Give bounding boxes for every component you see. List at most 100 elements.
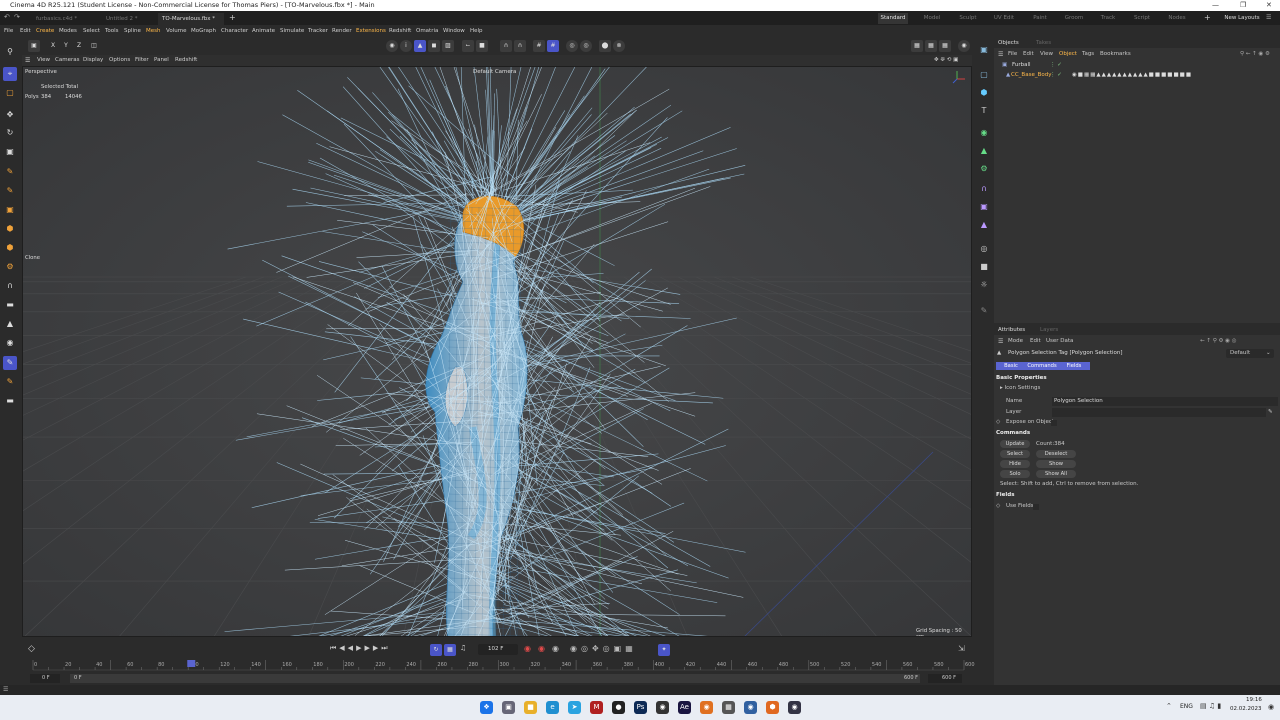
cloner-icon[interactable]: ⬢	[3, 241, 17, 255]
viewport-menu-options[interactable]: Options	[109, 55, 130, 66]
objects-menu-bookmarks[interactable]: Bookmarks	[1100, 50, 1131, 59]
live-selection-icon[interactable]: ⌖	[3, 67, 17, 81]
3d-viewport[interactable]: Perspective Default Camera Selected Tota…	[22, 66, 972, 637]
menu-edit[interactable]: Edit	[20, 25, 31, 37]
telegram-icon[interactable]: ➤	[568, 701, 581, 714]
menu-tools[interactable]: Tools	[105, 25, 119, 37]
objects-menu-file[interactable]: File	[1008, 50, 1017, 59]
name-field[interactable]: Polygon Selection	[1052, 397, 1278, 406]
close-icon[interactable]: ✕	[1266, 0, 1272, 11]
clock-date[interactable]: 02.02.2023	[1230, 706, 1262, 712]
search-icon[interactable]: ⚲	[3, 45, 17, 59]
viewport-nav-icons[interactable]: ✥ ⟱ ⟲ ▣	[934, 55, 958, 66]
notification-icon[interactable]: ◉	[1268, 703, 1274, 711]
attributes-menu-mode[interactable]: Mode	[1008, 337, 1023, 346]
task-view-icon[interactable]: ▣	[502, 701, 515, 714]
axis-z-button[interactable]: Z	[73, 40, 85, 52]
playhead[interactable]	[187, 660, 196, 667]
show-button[interactable]: Show	[1036, 460, 1076, 468]
layout-tab-script[interactable]: Script	[1128, 13, 1156, 24]
attributes-menu-icon[interactable]: ☰	[998, 337, 1003, 346]
hide-button[interactable]: Hide	[1000, 460, 1030, 468]
layout-tab-model[interactable]: Model	[918, 13, 946, 24]
app-icon-orange[interactable]: ⬢	[766, 701, 779, 714]
undo-icon[interactable]: ↶	[4, 13, 10, 21]
cinema4d-icon[interactable]: ◉	[788, 701, 801, 714]
windows-start-icon[interactable]: ❖	[480, 701, 493, 714]
doc-tab-untitled[interactable]: Untitled 2 *	[102, 13, 156, 25]
layout-tab-uv-edit[interactable]: UV Edit	[990, 13, 1018, 24]
menu-extensions[interactable]: Extensions	[356, 25, 386, 37]
tab-objects[interactable]: Objects	[998, 38, 1019, 48]
preset-dropdown[interactable]: Default ⌄	[1226, 349, 1274, 358]
render-view-icon[interactable]: ▦	[911, 40, 923, 52]
soft-selection-icon[interactable]: ◎	[580, 40, 592, 52]
new-layouts-button[interactable]: New Layouts	[1222, 13, 1262, 24]
objects-menu-tags[interactable]: Tags	[1082, 50, 1094, 59]
attributes-nav-icons[interactable]: ← ↑ ⚲ ⚙ ◉ ◎	[1200, 337, 1237, 346]
snap-settings-icon[interactable]: ∩	[514, 40, 526, 52]
floor-icon[interactable]: ▬	[3, 298, 17, 312]
sketch-icon[interactable]: ✎	[3, 184, 17, 198]
info-icon[interactable]: i	[400, 40, 412, 52]
menu-render[interactable]: Render	[332, 25, 352, 37]
viewport-menu-display[interactable]: Display	[83, 55, 103, 66]
subtab-commands[interactable]: Commands	[1026, 362, 1058, 370]
update-button[interactable]: Update	[1000, 440, 1030, 448]
render-region-icon[interactable]: ▬	[3, 394, 17, 408]
menu-mesh[interactable]: Mesh	[146, 25, 160, 37]
render-picture-viewer-icon[interactable]: ▦	[925, 40, 937, 52]
doc-tab-marvelous[interactable]: TO-Marvelous.fbx *	[158, 13, 224, 25]
menu-help[interactable]: Help	[470, 25, 483, 37]
menu-create[interactable]: Create	[36, 25, 54, 37]
coordinate-system-icon[interactable]: ◫	[88, 40, 100, 52]
status-menu-icon[interactable]: ☰	[3, 686, 8, 693]
axis-y-button[interactable]: Y	[60, 40, 72, 52]
objects-manager-icon[interactable]: ▣	[977, 43, 991, 57]
cube-icon[interactable]: ▣	[3, 203, 17, 217]
after-effects-icon[interactable]: Ae	[678, 701, 691, 714]
add-layout-icon[interactable]: +	[1204, 13, 1211, 22]
select-button[interactable]: Select	[1000, 450, 1030, 458]
new-tab-icon[interactable]: +	[229, 13, 236, 22]
use-fields-animate-icon[interactable]: ◇	[996, 502, 1000, 511]
objects-menu-object[interactable]: Object	[1059, 50, 1077, 59]
camera-icon[interactable]: ▲	[3, 317, 17, 331]
light-icon[interactable]: ◉	[3, 336, 17, 350]
brush-icon[interactable]: ✎	[3, 375, 17, 389]
tag-icons-row[interactable]: ◉■▦▦▲▲▲▲▲▲▲▲▲▲■■■■■■■	[1072, 71, 1192, 80]
expose-checkbox[interactable]	[1051, 420, 1057, 426]
menu-mograph[interactable]: MoGraph	[191, 25, 216, 37]
app-icon-blue[interactable]: ◉	[744, 701, 757, 714]
move-icon[interactable]: ✥	[3, 108, 17, 122]
tab-takes[interactable]: Takes	[1036, 38, 1051, 48]
snap-icon[interactable]: ∩	[500, 40, 512, 52]
texture-mode-icon[interactable]: ▨	[442, 40, 454, 52]
scale-icon[interactable]: ▣	[3, 145, 17, 159]
render-settings-icon[interactable]: ⊗	[613, 40, 625, 52]
symmetry-icon[interactable]: ◎	[566, 40, 578, 52]
menu-tracker[interactable]: Tracker	[308, 25, 328, 37]
viewport-menu-redshift[interactable]: Redshift	[175, 55, 197, 66]
layout-tab-track[interactable]: Track	[1094, 13, 1122, 24]
null-object-icon[interactable]: ▢	[977, 68, 991, 82]
viewport-camera-label[interactable]: Default Camera	[473, 69, 516, 75]
tab-attributes[interactable]: Attributes	[998, 325, 1025, 335]
redshift-icon[interactable]: ◉	[958, 40, 970, 52]
bend-object-icon[interactable]: ▣	[977, 200, 991, 214]
viewport-menu-cameras[interactable]: Cameras	[55, 55, 79, 66]
objects-menu-icon[interactable]: ☰	[998, 50, 1003, 59]
list-item[interactable]: ▣ Furball ⋮ ✓	[994, 61, 1280, 71]
environment-icon[interactable]: ◎	[977, 242, 991, 256]
fracture-object-icon[interactable]: ▲	[977, 144, 991, 158]
viewport-solo-icon[interactable]: ◉	[386, 40, 398, 52]
icon-settings-toggle[interactable]: ▸ Icon Settings	[1000, 384, 1040, 393]
viewport-menu-icon[interactable]: ☰	[25, 55, 30, 66]
layer-picker-icon[interactable]: ✎	[1268, 408, 1273, 417]
tab-layers[interactable]: Layers	[1040, 325, 1058, 335]
minimize-icon[interactable]: —	[1212, 0, 1219, 11]
mograph-icon[interactable]: ⬢	[3, 222, 17, 236]
visibility-icon[interactable]: ⋮ ✓	[1050, 71, 1062, 80]
deformers-icon[interactable]: ⬤	[599, 40, 611, 52]
start-frame-field[interactable]: 0 F	[30, 674, 60, 683]
